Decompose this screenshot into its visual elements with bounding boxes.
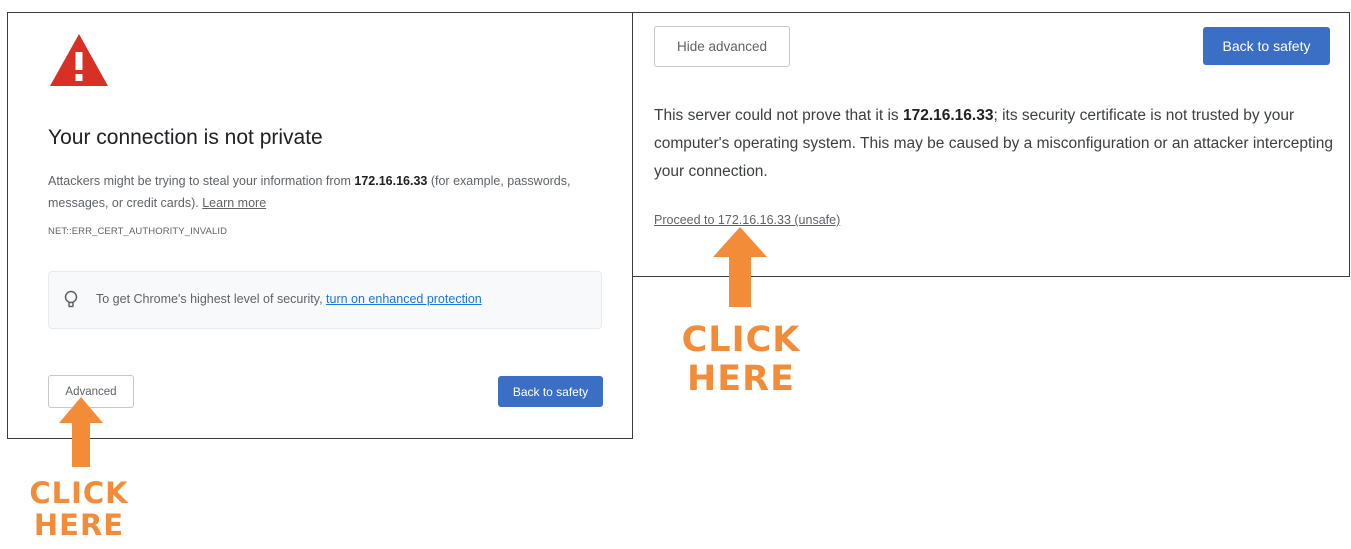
back-to-safety-button[interactable]: Back to safety (498, 376, 603, 407)
arrow-up-icon-left (59, 397, 103, 467)
lightbulb-icon (64, 290, 78, 308)
arrow-up-icon-right (713, 227, 767, 307)
security-tip-box: To get Chrome's highest level of securit… (48, 271, 602, 329)
security-tip-text: To get Chrome's highest level of securit… (96, 292, 482, 306)
interstitial-page-left: Your connection is not private Attackers… (7, 12, 633, 439)
host-address: 172.16.16.33 (354, 174, 428, 188)
advanced-details-text: This server could not prove that it is 1… (654, 107, 1333, 180)
proceed-unsafe-link[interactable]: Proceed to 172.16.16.33 (unsafe) (654, 213, 840, 227)
error-code: NET::ERR_CERT_AUTHORITY_INVALID (48, 226, 228, 237)
click-here-label-left: CLICK HERE (29, 476, 129, 542)
back-to-safety-button-right[interactable]: Back to safety (1203, 27, 1330, 65)
warning-triangle-icon (50, 34, 108, 86)
learn-more-link[interactable]: Learn more (202, 196, 266, 210)
hide-advanced-button[interactable]: Hide advanced (654, 26, 790, 67)
page-title: Your connection is not private (48, 126, 323, 149)
click-here-label-right: CLICK HERE (681, 320, 801, 399)
enhanced-protection-link[interactable]: turn on enhanced protection (326, 292, 482, 306)
host-address-right: 172.16.16.33 (902, 107, 994, 124)
warning-description: Attackers might be trying to steal your … (48, 174, 571, 210)
